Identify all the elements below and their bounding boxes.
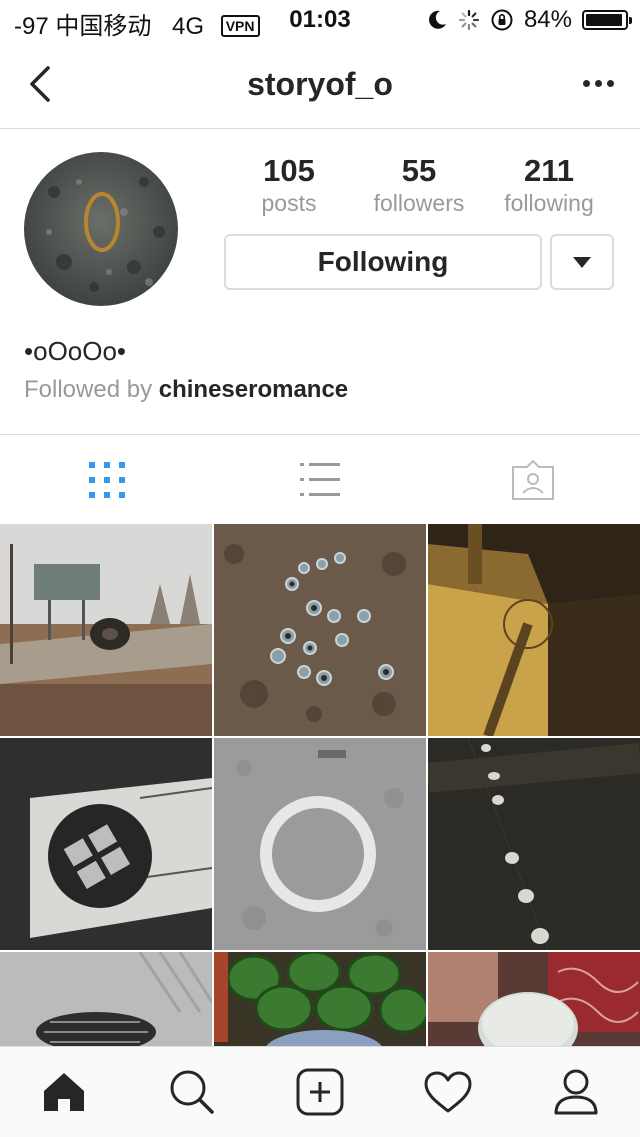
- tab-search[interactable]: [128, 1047, 256, 1137]
- search-icon: [170, 1070, 214, 1114]
- profile-stats: 105 posts 55 followers 211 following: [224, 152, 614, 216]
- grid-post[interactable]: [214, 738, 426, 950]
- followers-count[interactable]: 55 followers: [354, 152, 484, 216]
- grid-post[interactable]: [0, 952, 212, 1046]
- status-bar: -97 中国移动 4G VPN 01:03 84%: [0, 0, 640, 40]
- following-label: following: [504, 190, 594, 216]
- tab-home[interactable]: [0, 1047, 128, 1137]
- following-button[interactable]: Following: [224, 234, 542, 290]
- grid-post[interactable]: [214, 524, 426, 736]
- following-value: 211: [523, 153, 574, 188]
- tab-profile[interactable]: [512, 1047, 640, 1137]
- grid-post[interactable]: [0, 524, 212, 736]
- full-name: •oOoOo•: [24, 336, 127, 366]
- followers-label: followers: [373, 190, 465, 216]
- status-icons: 84%: [426, 6, 632, 34]
- grid-post[interactable]: [428, 952, 640, 1046]
- followed-by: Followed by chineseromance: [24, 376, 348, 404]
- tab-tagged[interactable]: [427, 435, 640, 525]
- profile-header: storyof_o: [0, 40, 640, 129]
- followers-value: 55: [401, 153, 437, 188]
- moon-icon: [429, 10, 446, 29]
- tab-new-post[interactable]: [256, 1047, 384, 1137]
- rotation-lock-icon: [491, 9, 513, 31]
- tab-grid[interactable]: [0, 435, 213, 525]
- view-tabs: [0, 434, 640, 525]
- tab-activity[interactable]: [384, 1047, 512, 1137]
- spinner-icon: [458, 9, 480, 31]
- profile-icon: [554, 1069, 598, 1115]
- posts-value: 105: [263, 153, 315, 188]
- more-options-icon[interactable]: [578, 68, 618, 98]
- followed-by-user-link[interactable]: chineseromance: [159, 376, 348, 403]
- posts-count[interactable]: 105 posts: [224, 152, 354, 216]
- tab-list[interactable]: [213, 435, 426, 525]
- grid-icon: [88, 462, 125, 498]
- new-post-icon: [296, 1068, 344, 1116]
- grid-post[interactable]: [428, 524, 640, 736]
- grid-post[interactable]: [0, 738, 212, 950]
- tagged-icon: [512, 459, 555, 500]
- photo-grid: [0, 524, 640, 1046]
- activity-heart-icon: [424, 1071, 472, 1113]
- grid-post[interactable]: [428, 738, 640, 950]
- grid-post[interactable]: [214, 952, 426, 1046]
- caret-down-icon: [573, 256, 591, 268]
- home-icon: [44, 1073, 84, 1111]
- posts-label: posts: [261, 190, 317, 216]
- bottom-tab-bar: [0, 1046, 640, 1137]
- page-title: storyof_o: [247, 66, 393, 102]
- followed-by-prefix: Followed by: [24, 376, 159, 403]
- battery-icon: [582, 10, 632, 30]
- suggestions-dropdown-button[interactable]: [550, 234, 614, 290]
- battery-percent: 84%: [523, 6, 572, 33]
- avatar[interactable]: [24, 152, 178, 306]
- following-count[interactable]: 211 following: [484, 152, 614, 216]
- list-icon: [299, 463, 340, 496]
